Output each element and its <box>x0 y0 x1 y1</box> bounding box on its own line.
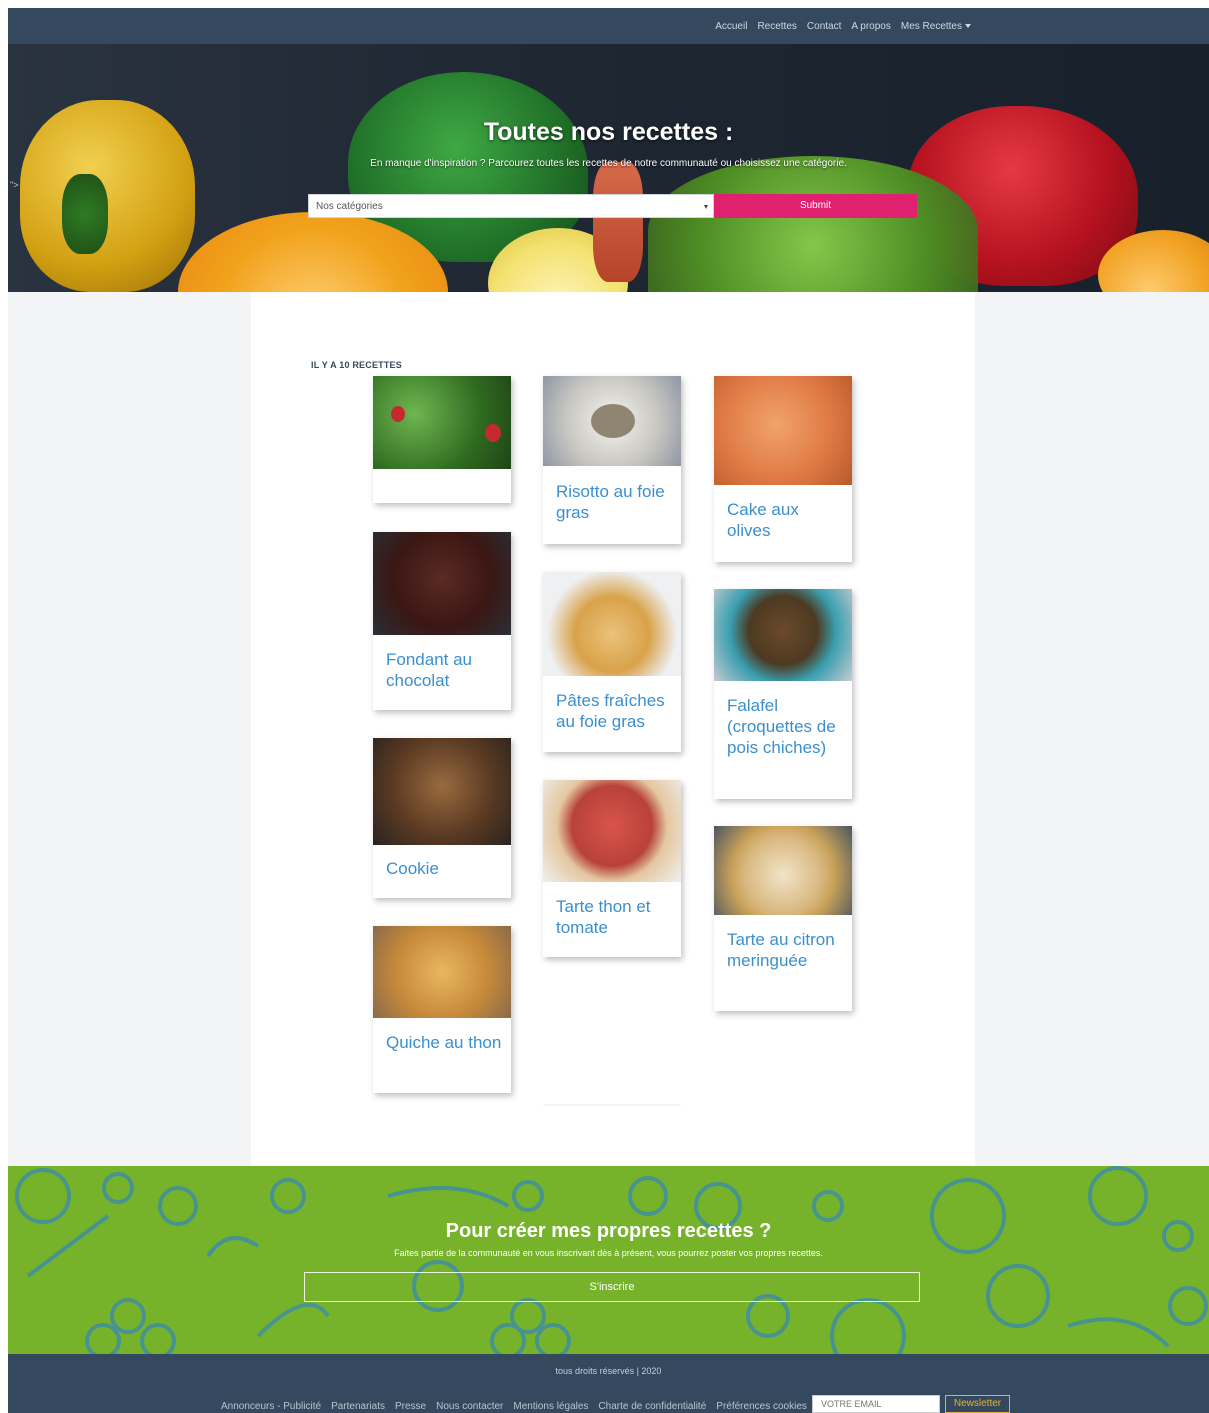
footer-link-charte[interactable]: Charte de confidentialité <box>598 1401 706 1412</box>
recipe-title[interactable]: Fondant au chocolat <box>386 649 503 691</box>
footer-link-annonceurs[interactable]: Annonceurs - Publicité <box>221 1401 321 1412</box>
recipe-title[interactable]: Tarte thon et tomate <box>556 896 673 938</box>
carrot-image <box>593 162 643 282</box>
signup-banner: Pour créer mes propres recettes ? Faites… <box>8 1166 1209 1354</box>
signup-subtitle: Faites partie de la communauté en vous i… <box>394 1248 823 1258</box>
nav-item-mes-recettes[interactable]: Mes Recettes <box>901 21 971 32</box>
recipe-image <box>543 572 681 676</box>
newsletter-button[interactable]: Newsletter <box>945 1395 1010 1413</box>
nav-links: Accueil Recettes Contact A propos Mes Re… <box>715 8 971 44</box>
recipe-title[interactable]: Pâtes fraîches au foie gras <box>556 690 673 732</box>
copyright-text: tous droits réservés | 2020 <box>555 1366 662 1376</box>
page: Accueil Recettes Contact A propos Mes Re… <box>8 8 1209 1413</box>
page-title: Toutes nos recettes : <box>483 118 734 146</box>
recipe-image <box>373 532 511 635</box>
fruit-pattern-background <box>15 1166 1208 1354</box>
recipe-title[interactable]: Tarte au citron meringuée <box>727 929 844 971</box>
recipe-title[interactable]: Risotto au foie gras <box>556 481 673 523</box>
footer-link-presse[interactable]: Presse <box>395 1401 426 1412</box>
footer-link-nous-contacter[interactable]: Nous contacter <box>436 1401 503 1412</box>
strawberry-shape <box>391 406 405 422</box>
recipe-card-quiche-au-thon[interactable]: Quiche au thon <box>373 926 511 1093</box>
nav-item-mes-recettes-label: Mes Recettes <box>900 20 962 32</box>
category-select-value: Nos catégories <box>316 201 383 212</box>
nav-item-a-propos[interactable]: A propos <box>851 21 890 32</box>
footer-link-partenariats[interactable]: Partenariats <box>331 1401 385 1412</box>
newsletter-email-input[interactable] <box>812 1395 940 1413</box>
recipe-card-tarte-thon-et-tomate[interactable]: Tarte thon et tomate <box>543 780 681 957</box>
recipe-image <box>714 376 852 485</box>
pepper-stem-image <box>62 174 108 254</box>
recipe-title[interactable]: Cookie <box>386 858 503 879</box>
recipe-image <box>543 376 681 466</box>
footer-link-cookies[interactable]: Préférences cookies <box>716 1401 807 1412</box>
recipe-image <box>714 826 852 915</box>
footer-link-mentions-legales[interactable]: Mentions légales <box>513 1401 588 1412</box>
navbar: Accueil Recettes Contact A propos Mes Re… <box>8 8 1209 44</box>
recipe-image <box>373 376 511 469</box>
footer-links: Annonceurs - Publicité Partenariats Pres… <box>221 1401 807 1412</box>
signup-title: Pour créer mes propres recettes ? <box>445 1220 772 1242</box>
recipe-title[interactable]: Quiche au thon <box>386 1032 503 1053</box>
empty-card-placeholder <box>543 1104 681 1106</box>
recipe-image <box>543 780 681 882</box>
recipe-image <box>714 589 852 681</box>
nav-item-contact[interactable]: Contact <box>807 21 841 32</box>
recipe-card-strawberry[interactable] <box>373 376 511 503</box>
recipe-card-fondant-au-chocolat[interactable]: Fondant au chocolat <box>373 532 511 710</box>
recipe-card-risotto-au-foie-gras[interactable]: Risotto au foie gras <box>543 376 681 544</box>
recipe-image <box>373 926 511 1018</box>
submit-button[interactable]: Submit <box>714 194 917 218</box>
recipe-title[interactable]: Cake aux olives <box>727 499 844 541</box>
caret-down-icon <box>965 23 971 28</box>
recipe-count: IL Y A 10 RECETTES <box>311 360 402 370</box>
select-arrow-icon <box>704 205 708 209</box>
recipe-card-tarte-au-citron[interactable]: Tarte au citron meringuée <box>714 826 852 1011</box>
recipe-card-pates-fraiches[interactable]: Pâtes fraîches au foie gras <box>543 572 681 752</box>
footer: tous droits réservés | 2020 Annonceurs -… <box>8 1354 1209 1413</box>
nav-item-accueil[interactable]: Accueil <box>715 21 747 32</box>
signup-button[interactable]: S'inscrire <box>304 1272 920 1302</box>
nav-item-recettes[interactable]: Recettes <box>757 21 796 32</box>
category-select[interactable]: Nos catégories <box>308 194 714 218</box>
recipe-card-cookie[interactable]: Cookie <box>373 738 511 898</box>
recipe-card-cake-aux-olives[interactable]: Cake aux olives <box>714 376 852 562</box>
recipe-card-falafel[interactable]: Falafel (croquettes de pois chiches) <box>714 589 852 799</box>
recipes-section: IL Y A 10 RECETTES Fondant au chocolat C… <box>251 292 975 1166</box>
page-subtitle: En manque d'inspiration ? Parcourez tout… <box>370 158 847 169</box>
risotto-shape <box>591 404 635 438</box>
strawberry-shape <box>485 424 501 442</box>
hero-banner: Toutes nos recettes : En manque d'inspir… <box>8 44 1209 292</box>
recipe-title[interactable]: Falafel (croquettes de pois chiches) <box>727 695 844 758</box>
recipe-image <box>373 738 511 845</box>
stray-text: "> <box>10 180 19 190</box>
